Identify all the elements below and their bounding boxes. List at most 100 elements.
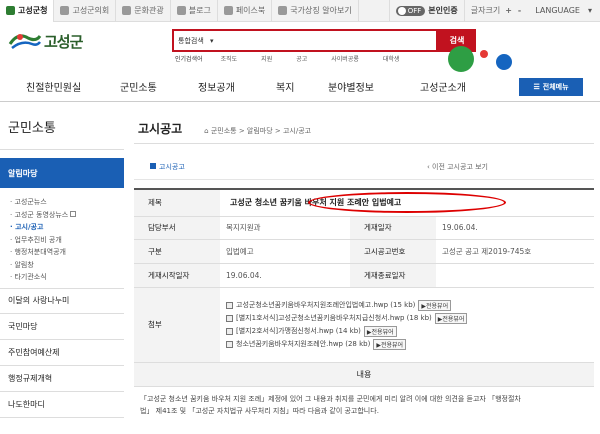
sidebar-item[interactable]: 국민마당 — [0, 314, 124, 340]
decor-dot-red — [480, 50, 488, 58]
tab-gosung-office[interactable]: 고성군청 — [0, 0, 55, 22]
table-row: 첨부 고성군청소년꿈키움바우처지원조례안입법예고.hwp (15 kb) ▶전용뷰… — [134, 287, 594, 363]
end-value — [436, 263, 594, 288]
prev-notice-link[interactable]: ‹ 이전 고시공고 보기 — [427, 162, 488, 172]
submenu-item[interactable]: · 고성군뉴스 — [10, 196, 124, 209]
submenu-item[interactable]: · 고성군 동영상뉴스 — [10, 209, 124, 222]
attachment-item: [별지2호서식]가맹점신청서.hwp (14 kb) ▶전용뷰어 — [226, 325, 588, 338]
attach-label: 첨부 — [134, 287, 220, 363]
end-label: 게재종료일자 — [350, 263, 436, 288]
nav-item-communication[interactable]: 군민소통 — [120, 79, 157, 94]
sidebar-title: 군민소통 — [0, 104, 124, 150]
logo-text: 고성군 — [44, 32, 83, 51]
attachment-item: [별지1호서식]고성군청소년꿈키움바우처지급신청서.hwp (18 kb) ▶전용… — [226, 312, 588, 325]
nav-item-welfare[interactable]: 복지 — [276, 79, 294, 94]
flag-icon — [278, 6, 288, 15]
sidebar-item[interactable]: 이달의 사랑나누미 — [0, 287, 124, 314]
date-label: 게재일자 — [350, 216, 436, 240]
language-select[interactable]: LANGUAGE ▾ — [527, 0, 600, 22]
decor-dot-green — [448, 46, 474, 72]
nav-item-civil[interactable]: 친절한민원실 — [26, 79, 81, 94]
submenu-item[interactable]: · 업무추진비 공개 — [10, 234, 124, 247]
font-minus-button[interactable]: - — [518, 6, 521, 15]
sidebar: 군민소통 알림마당 · 고성군뉴스 · 고성군 동영상뉴스 · 고시/공고 · … — [0, 104, 124, 434]
submenu-item[interactable]: · 타기관소식 — [10, 271, 124, 284]
tab-facebook[interactable]: 페이스북 — [218, 0, 273, 22]
attachment-item: 청소년꿈키움바우처지원조례안.hwp (28 kb) ▶전용뷰어 — [226, 338, 588, 351]
home-icon — [6, 6, 15, 15]
topbar-right: OFF 본인인증 글자크기 + - LANGUAGE ▾ — [388, 0, 600, 22]
date-value: 19.06.04. — [436, 216, 594, 240]
submenu-item[interactable]: · 알림창 — [10, 259, 124, 272]
keyword-link[interactable]: 조직도 — [221, 54, 238, 63]
start-value: 19.06.04. — [220, 263, 350, 288]
table-row: 게재시작일자 19.06.04. 게재종료일자 — [134, 263, 594, 288]
type-label: 구분 — [134, 239, 220, 264]
dept-label: 담당부서 — [134, 216, 220, 240]
preview-button[interactable]: ▶전용뷰어 — [363, 325, 397, 337]
nav-item-info[interactable]: 정보공개 — [198, 79, 235, 94]
toggle-switch[interactable]: OFF — [395, 5, 426, 16]
sidebar-item[interactable]: 주민참여예산제 — [0, 340, 124, 366]
search-input[interactable] — [234, 36, 436, 45]
popular-keywords: 인기검색어 조직도 지원 공고 사이버공룡 대학생 — [175, 54, 423, 63]
menu-icon: ☰ — [533, 84, 540, 91]
back-to-list-link[interactable]: 고시공고 — [134, 162, 185, 172]
main-content: 고시공고 ⌂ 군민소통 > 알림마당 > 고시/공고 고시공고 ‹ 이전 고시공… — [134, 104, 594, 417]
notice-no-label: 고시공고번호 — [350, 239, 436, 264]
all-menu-button[interactable]: ☰ 전체메뉴 — [519, 78, 583, 96]
tab-blog[interactable]: 블로그 — [171, 0, 218, 22]
sidebar-submenu: · 고성군뉴스 · 고성군 동영상뉴스 · 고시/공고 · 업무추진비 공개 ·… — [0, 188, 124, 288]
attachment-link[interactable]: 청소년꿈키움바우처지원조례안.hwp (28 kb) — [236, 339, 370, 349]
sidebar-item[interactable]: 나도한마디 — [0, 392, 124, 418]
body-line: 「고성군 청소년 꿈키움 바우처 지원 조례」제정에 있어 그 내용과 취지를 … — [140, 394, 521, 403]
nav-item-about[interactable]: 고성군소개 — [420, 79, 466, 94]
decor-dot-blue — [496, 54, 512, 70]
list-nav-bar: 고시공고 ‹ 이전 고시공고 보기 — [134, 154, 594, 180]
facebook-icon — [223, 6, 233, 15]
tab-national-symbol[interactable]: 국가상징 알아보기 — [272, 0, 359, 22]
tab-council[interactable]: 고성군의회 — [54, 0, 117, 22]
subject-cell: 고성군 청소년 꿈키움 바우처 지원 조례안 입법예고 — [220, 189, 594, 217]
tab-culture-tour[interactable]: 문화관광 — [116, 0, 171, 22]
popular-keywords-label: 인기검색어 — [175, 56, 203, 63]
file-icon — [226, 327, 233, 335]
subject-label: 제목 — [134, 189, 220, 217]
keyword-link[interactable]: 공고 — [296, 54, 307, 63]
preview-button[interactable]: ▶전용뷰어 — [434, 312, 468, 324]
content-header: 고시공고 ⌂ 군민소통 > 알림마당 > 고시/공고 — [134, 104, 594, 144]
external-link-icon — [70, 210, 77, 217]
submenu-item-active[interactable]: · 고시/공고 — [10, 221, 124, 234]
keyword-link[interactable]: 지원 — [261, 54, 272, 63]
keyword-link[interactable]: 사이버공룡 — [331, 54, 359, 63]
sidebar-item[interactable]: 행정규제개혁 — [0, 366, 124, 392]
preview-button[interactable]: ▶전용뷰어 — [373, 338, 407, 350]
attachment-link[interactable]: 고성군청소년꿈키움바우처지원조례안입법예고.hwp (15 kb) — [236, 300, 415, 310]
blog-icon — [176, 6, 186, 15]
notice-body: 「고성군 청소년 꿈키움 바우처 지원 조례」제정에 있어 그 내용과 취지를 … — [134, 387, 594, 417]
preview-button[interactable]: ▶전용뷰어 — [418, 299, 452, 311]
search-box: 통합검색 ▾ — [172, 29, 438, 52]
sidebar-item-notice-board[interactable]: 알림마당 — [0, 158, 124, 188]
font-size-control: 글자크기 + - — [463, 0, 527, 22]
font-plus-button[interactable]: + — [505, 6, 512, 15]
top-utility-bar: 고성군청 고성군의회 문화관광 블로그 페이스북 국가상징 알아보기 OFF 본인… — [0, 0, 600, 22]
gosung-logo-icon — [8, 34, 42, 49]
start-label: 게재시작일자 — [134, 263, 220, 288]
toggle-knob — [397, 6, 406, 15]
nav-item-fields[interactable]: 분야별정보 — [328, 79, 374, 94]
file-icon — [226, 340, 233, 348]
site-logo[interactable]: 고성군 — [8, 30, 83, 52]
keyword-link[interactable]: 대학생 — [383, 54, 400, 63]
body-line: 법」 제41조 및 「고성군 자치법규 사무처리 지침」따라 다음과 같이 공고… — [140, 406, 379, 415]
table-row: 구분 입법예고 고시공고번호 고성군 공고 제2019-745호 — [134, 239, 594, 264]
auth-toggle[interactable]: OFF 본인인증 — [388, 0, 464, 22]
search-scope-select[interactable]: 통합검색 ▾ — [174, 36, 234, 46]
submenu-item[interactable]: · 행정처분대역공개 — [10, 246, 124, 259]
attachment-item: 고성군청소년꿈키움바우처지원조례안입법예고.hwp (15 kb) ▶전용뷰어 — [226, 299, 588, 312]
attachment-link[interactable]: [별지1호서식]고성군청소년꿈키움바우처지급신청서.hwp (18 kb) — [236, 313, 432, 323]
page-title: 고시공고 — [138, 122, 183, 136]
list-icon — [150, 162, 156, 169]
notice-no-value: 고성군 공고 제2019-745호 — [436, 239, 594, 264]
attachment-link[interactable]: [별지2호서식]가맹점신청서.hwp (14 kb) — [236, 326, 361, 336]
